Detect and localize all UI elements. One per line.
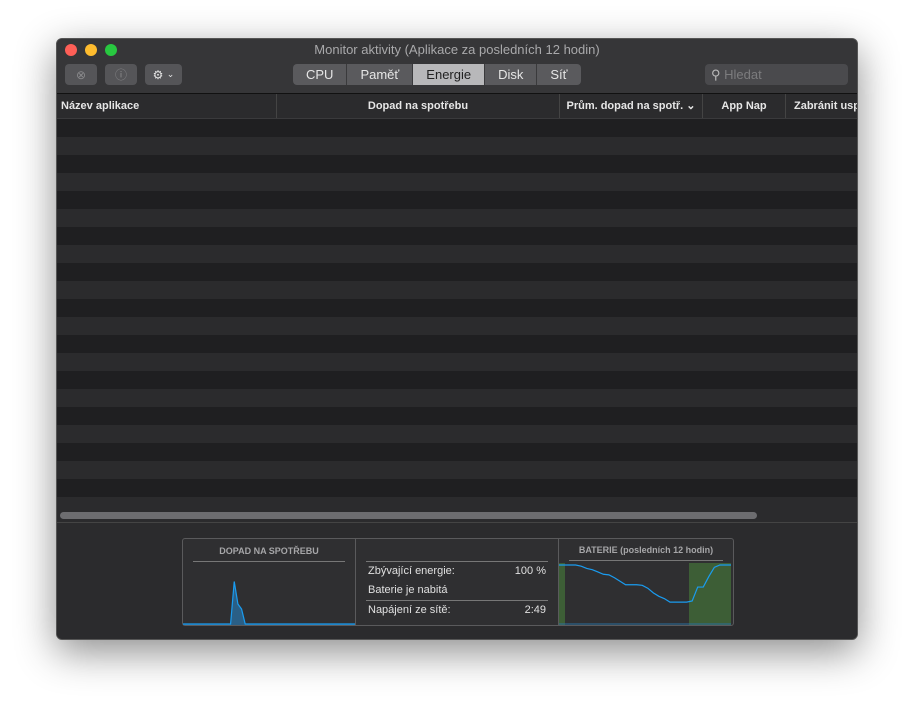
battery-chart: [559, 563, 731, 625]
search-icon: ⚲: [711, 67, 721, 82]
tab-cpu[interactable]: CPU: [293, 64, 348, 85]
tab-network[interactable]: Síť: [537, 64, 580, 85]
energy-impact-title: DOPAD NA SPOTŘEBU: [193, 546, 345, 562]
summary-area: DOPAD NA SPOTŘEBU Zbývající energie: 100 …: [57, 522, 857, 639]
column-avg-energy-impact[interactable]: Prům. dopad na spotř. ⌄: [560, 94, 703, 118]
search-placeholder: Hledat: [724, 67, 762, 82]
titlebar: Monitor aktivity (Aplikace za posledních…: [57, 39, 857, 94]
remaining-energy-label: Zbývající energie:: [368, 565, 455, 577]
stop-process-button[interactable]: ⊗: [65, 64, 97, 85]
battery-graph: BATERIE (posledních 12 hodin): [559, 539, 733, 625]
battery-info: Zbývající energie: 100 % Baterie je nabit…: [355, 539, 559, 625]
tab-memory[interactable]: Paměť: [347, 64, 414, 85]
tab-disk[interactable]: Disk: [485, 64, 538, 85]
impact-area: [183, 581, 355, 625]
info-icon: ⓘ: [114, 68, 127, 82]
energy-summary-panel: DOPAD NA SPOTŘEBU Zbývající energie: 100 …: [182, 538, 734, 626]
gear-menu-button[interactable]: ⚙ ⌄: [145, 64, 182, 85]
tab-energy[interactable]: Energie: [413, 64, 486, 85]
x-circle-icon: ⊗: [75, 67, 87, 82]
battery-graph-title: BATERIE (posledních 12 hodin): [569, 545, 723, 561]
column-app-name[interactable]: Název aplikace: [57, 94, 277, 118]
search-input[interactable]: ⚲ Hledat: [705, 64, 848, 85]
battery-status: Baterie je nabitá: [368, 584, 448, 596]
ac-power-label: Napájení ze sítě:: [368, 604, 451, 616]
chevron-down-icon: ⌄: [166, 69, 175, 79]
table-header: Název aplikace Dopad na spotřebu Prům. d…: [57, 94, 857, 119]
energy-impact-graph: DOPAD NA SPOTŘEBU: [183, 539, 355, 625]
gear-icon: ⚙: [152, 67, 164, 82]
column-prevent-sleep[interactable]: Zabránit usp: [786, 94, 857, 118]
activity-monitor-window: Monitor aktivity (Aplikace za posledních…: [56, 38, 858, 640]
process-table: [57, 119, 857, 515]
impact-line: [183, 581, 355, 625]
column-energy-impact[interactable]: Dopad na spotřebu: [277, 94, 560, 118]
column-app-nap[interactable]: App Nap: [703, 94, 786, 118]
ac-power-value: 2:49: [524, 604, 546, 616]
window-title: Monitor aktivity (Aplikace za posledních…: [314, 42, 600, 57]
view-tabs: CPU Paměť Energie Disk Síť: [293, 64, 581, 85]
remaining-energy-value: 100 %: [514, 565, 546, 577]
energy-impact-chart: [183, 581, 355, 625]
charging-period: [559, 563, 565, 625]
info-button[interactable]: ⓘ: [105, 64, 137, 85]
horizontal-scrollbar[interactable]: [60, 512, 757, 519]
